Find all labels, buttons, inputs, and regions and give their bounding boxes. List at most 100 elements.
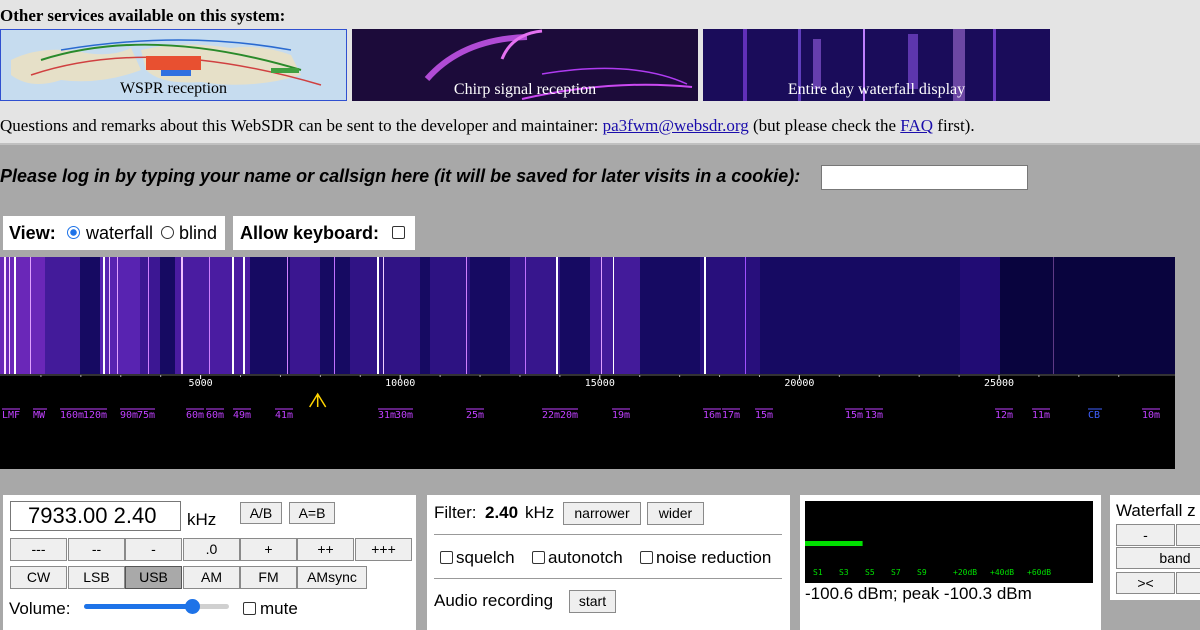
- blind-radio[interactable]: [161, 225, 174, 243]
- band-label[interactable]: 75m: [137, 410, 155, 421]
- waterfall-band: [510, 257, 560, 374]
- smeter-scale-mark: +20dB: [953, 568, 977, 577]
- band-label[interactable]: 16m: [703, 410, 721, 421]
- band-label[interactable]: 49m: [233, 410, 251, 421]
- smeter-scale-mark: S9: [917, 568, 927, 577]
- band-label[interactable]: 15m: [845, 410, 863, 421]
- zoom-arrows-button[interactable]: ><: [1116, 572, 1175, 594]
- volume-slider[interactable]: [84, 599, 229, 614]
- step-button[interactable]: ++: [297, 538, 354, 561]
- mode-button-amsync[interactable]: AMsync: [297, 566, 367, 589]
- tuning-marker[interactable]: [309, 392, 327, 408]
- band-label[interactable]: 10m: [1142, 410, 1160, 421]
- band-label[interactable]: 13m: [865, 410, 883, 421]
- narrower-button[interactable]: narrower: [563, 502, 641, 525]
- mode-button-am[interactable]: AM: [183, 566, 240, 589]
- band-label[interactable]: 41m: [275, 410, 293, 421]
- start-recording-button[interactable]: start: [569, 590, 616, 613]
- freq-tick-label: 10000: [385, 378, 415, 389]
- zoom-band-button[interactable]: band: [1116, 547, 1200, 569]
- scale-margin: [1175, 257, 1200, 469]
- band-label[interactable]: 31m: [378, 410, 396, 421]
- band-label[interactable]: 30m: [395, 410, 413, 421]
- waterfall-signal: [209, 257, 210, 374]
- zoom-in-button[interactable]: [1176, 524, 1200, 546]
- frequency-scale[interactable]: 5000 10000 15000 20000 25000 LMF MW 160m120m 90m…: [0, 374, 1175, 469]
- waterfall-band: [140, 257, 160, 374]
- step-button[interactable]: .0: [183, 538, 240, 561]
- step-button[interactable]: +: [240, 538, 297, 561]
- waterfall-signal: [109, 257, 110, 374]
- day-waterfall-link[interactable]: Entire day waterfall display: [703, 29, 1050, 101]
- mute-checkbox[interactable]: [243, 601, 256, 619]
- contact-middle: (but please check the: [748, 116, 901, 135]
- band-label[interactable]: CB: [1088, 410, 1100, 421]
- developer-email-link[interactable]: pa3fwm@websdr.org: [603, 116, 749, 135]
- waterfall-band: [45, 257, 80, 374]
- waterfall-band: [100, 257, 140, 374]
- band-label[interactable]: 20m: [560, 410, 578, 421]
- band-label[interactable]: 12m: [995, 410, 1013, 421]
- smeter-bar: [805, 541, 863, 546]
- band-label[interactable]: 19m: [612, 410, 630, 421]
- a-equals-b-button[interactable]: A=B: [289, 502, 335, 524]
- waterfall-radio[interactable]: [67, 225, 80, 243]
- chirp-reception-link[interactable]: Chirp signal reception: [352, 29, 698, 101]
- allow-keyboard-checkbox[interactable]: [392, 225, 405, 243]
- allow-keyboard-label: Allow keyboard:: [240, 223, 380, 243]
- signal-readout: -100.6 dBm; peak -100.3 dBm: [805, 584, 1032, 603]
- band-label[interactable]: 60m: [206, 410, 224, 421]
- squelch-checkbox[interactable]: [440, 550, 453, 568]
- band-label[interactable]: 15m: [755, 410, 773, 421]
- mode-button-cw[interactable]: CW: [10, 566, 67, 589]
- keyboard-toggle: Allow keyboard:: [233, 216, 415, 250]
- waterfall-option-label: waterfall: [86, 223, 154, 243]
- noise-reduction-label: noise reduction: [656, 548, 772, 567]
- waterfall-signal: [103, 257, 105, 374]
- filter-value: 2.40: [485, 503, 519, 522]
- audio-recording-label: Audio recording: [434, 591, 554, 610]
- waterfall-signal: [4, 257, 6, 374]
- wspr-reception-link[interactable]: WSPR reception: [0, 29, 347, 101]
- frequency-input[interactable]: 7933.00 2.40: [10, 501, 181, 531]
- faq-link[interactable]: FAQ: [900, 116, 933, 135]
- band-label[interactable]: 17m: [722, 410, 740, 421]
- waterfall-signal: [117, 257, 118, 374]
- waterfall-signal: [613, 257, 614, 374]
- zoom-out-button[interactable]: -: [1116, 524, 1175, 546]
- frequency-unit: kHz: [187, 510, 217, 529]
- waterfall-signal: [334, 257, 335, 374]
- noise-reduction-checkbox[interactable]: [640, 550, 653, 568]
- waterfall-signal: [232, 257, 234, 374]
- freq-tick-label: 15000: [585, 378, 615, 389]
- mode-button-fm[interactable]: FM: [240, 566, 297, 589]
- step-button[interactable]: +++: [355, 538, 412, 561]
- day-waterfall-caption: Entire day waterfall display: [787, 81, 966, 98]
- squelch-label: squelch: [456, 548, 515, 567]
- band-label[interactable]: 11m: [1032, 410, 1050, 421]
- waterfall-display[interactable]: [0, 257, 1175, 374]
- ab-button[interactable]: A/B: [240, 502, 282, 524]
- band-label[interactable]: 60m: [186, 410, 204, 421]
- step-button[interactable]: -: [125, 538, 182, 561]
- login-prompt: Please log in by typing your name or cal…: [0, 166, 801, 186]
- step-button[interactable]: ---: [10, 538, 67, 561]
- step-button[interactable]: --: [68, 538, 125, 561]
- mode-button-lsb[interactable]: LSB: [68, 566, 125, 589]
- band-label[interactable]: 22m: [542, 410, 560, 421]
- band-label[interactable]: 25m: [466, 410, 484, 421]
- callsign-input[interactable]: [821, 165, 1028, 190]
- band-label[interactable]: 120m: [83, 410, 107, 421]
- volume-thumb[interactable]: [184, 599, 200, 614]
- band-label[interactable]: MW: [33, 410, 46, 421]
- autonotch-checkbox[interactable]: [532, 550, 545, 568]
- blind-option-label: blind: [179, 223, 218, 243]
- mode-button-usb[interactable]: USB: [125, 566, 182, 589]
- smeter-scale-mark: S1: [813, 568, 823, 577]
- wider-button[interactable]: wider: [647, 502, 704, 525]
- zoom-right-button[interactable]: [1176, 572, 1200, 594]
- band-label[interactable]: 160m: [60, 410, 84, 421]
- band-label[interactable]: LMF: [2, 410, 20, 421]
- waterfall-band: [0, 257, 45, 374]
- band-label[interactable]: 90m: [120, 410, 138, 421]
